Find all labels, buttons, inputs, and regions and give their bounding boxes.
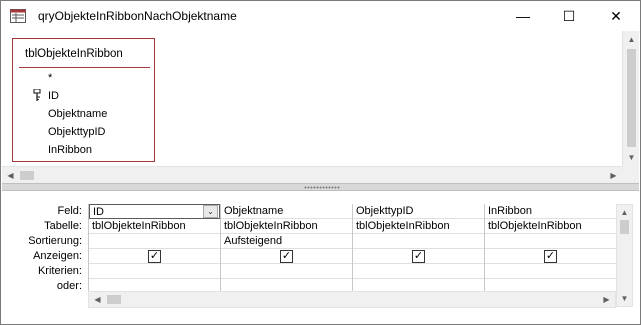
show-cell: ✓ [221,249,352,264]
scroll-up-arrow-icon[interactable]: ▲ [623,31,640,48]
field-inribbon[interactable]: InRibbon [48,144,92,156]
sort-cell[interactable] [89,234,220,249]
table-cell[interactable]: tblObjekteInRibbon [353,219,484,234]
show-cell: ✓ [485,249,616,264]
sort-cell[interactable] [353,234,484,249]
scroll-down-arrow-icon[interactable]: ▼ [623,149,640,166]
show-cell: ✓ [89,249,220,264]
criteria-cell[interactable] [89,264,220,279]
row-label-feld: Feld: [57,205,82,217]
row-label-kriterien: Kriterien: [37,265,82,277]
field-cell[interactable]: ObjekttypID [353,204,484,219]
scroll-left-arrow-icon[interactable]: ◀ [89,292,106,307]
table-field-list[interactable]: tblObjekteInRibbon * ID Objektname Objek… [12,38,155,162]
table-pane: tblObjekteInRibbon * ID Objektname Objek… [2,31,639,183]
grid-horizontal-scrollbar[interactable]: ◀ ▶ [88,291,616,308]
field-objekttypid[interactable]: ObjekttypID [48,126,105,138]
table-divider [19,67,150,68]
maximize-icon: ☐ [562,7,576,24]
table-cell[interactable]: tblObjekteInRibbon [485,219,616,234]
grid-vertical-thumb[interactable] [620,220,629,234]
sort-cell[interactable]: Aufsteigend [221,234,352,249]
window-title: qryObjekteInRibbonNachObjektname [38,9,237,23]
table-title[interactable]: tblObjekteInRibbon [25,48,123,60]
field-objektname[interactable]: Objektname [48,108,107,120]
field-id[interactable]: ID [48,90,59,102]
close-icon: ✕ [610,7,622,24]
table-cell[interactable]: tblObjekteInRibbon [89,219,220,234]
row-label-tabelle: Tabelle: [44,220,82,232]
title-bar[interactable]: qryObjekteInRibbonNachObjektname — ☐ ✕ [1,1,640,31]
sort-cell[interactable] [485,234,616,249]
row-label-anzeigen: Anzeigen: [33,250,82,262]
upper-horizontal-scrollbar[interactable]: ◀ ▶ [2,166,622,183]
grid-vertical-scrollbar[interactable]: ▲ ▼ [616,204,633,307]
table-cell[interactable]: tblObjekteInRibbon [221,219,352,234]
chevron-down-icon[interactable]: ⌄ [203,205,218,218]
criteria-cell[interactable] [353,264,484,279]
show-checkbox[interactable]: ✓ [544,250,557,263]
criteria-cell[interactable] [221,264,352,279]
scroll-right-arrow-icon[interactable]: ▶ [598,292,615,307]
design-grid-pane: Feld: Tabelle: Sortierung: Anzeigen: Kri… [2,191,639,324]
upper-vertical-thumb[interactable] [627,49,636,147]
show-checkbox[interactable]: ✓ [148,250,161,263]
upper-horizontal-thumb[interactable] [20,171,34,180]
pane-splitter[interactable] [2,183,639,191]
splitter-grip-icon[interactable] [304,186,340,189]
field-cell[interactable]: Objektname [221,204,352,219]
field-cell-value: ID [93,206,104,218]
criteria-cell[interactable] [485,264,616,279]
minimize-button[interactable]: — [500,1,546,31]
row-label-sortierung: Sortierung: [28,235,82,247]
grid-horizontal-thumb[interactable] [107,295,121,304]
scroll-down-arrow-icon[interactable]: ▼ [617,291,632,306]
minimize-icon: — [516,8,530,24]
scroll-right-arrow-icon[interactable]: ▶ [605,167,622,184]
show-checkbox[interactable]: ✓ [412,250,425,263]
close-button[interactable]: ✕ [593,1,639,31]
upper-vertical-scrollbar[interactable]: ▲ ▼ [622,31,639,166]
field-cell[interactable]: InRibbon [485,204,616,219]
query-window-icon [10,9,26,23]
field-all[interactable]: * [48,72,52,84]
field-cell[interactable]: ID ⌄ [89,204,220,219]
show-cell: ✓ [353,249,484,264]
scroll-left-arrow-icon[interactable]: ◀ [2,167,19,184]
show-checkbox[interactable]: ✓ [280,250,293,263]
scrollbar-corner [622,166,639,183]
primary-key-icon [33,89,41,101]
maximize-button[interactable]: ☐ [546,1,592,31]
query-design-window: qryObjekteInRibbonNachObjektname — ☐ ✕ t… [0,0,641,325]
row-label-oder: oder: [56,280,82,292]
scroll-up-arrow-icon[interactable]: ▲ [617,205,632,220]
